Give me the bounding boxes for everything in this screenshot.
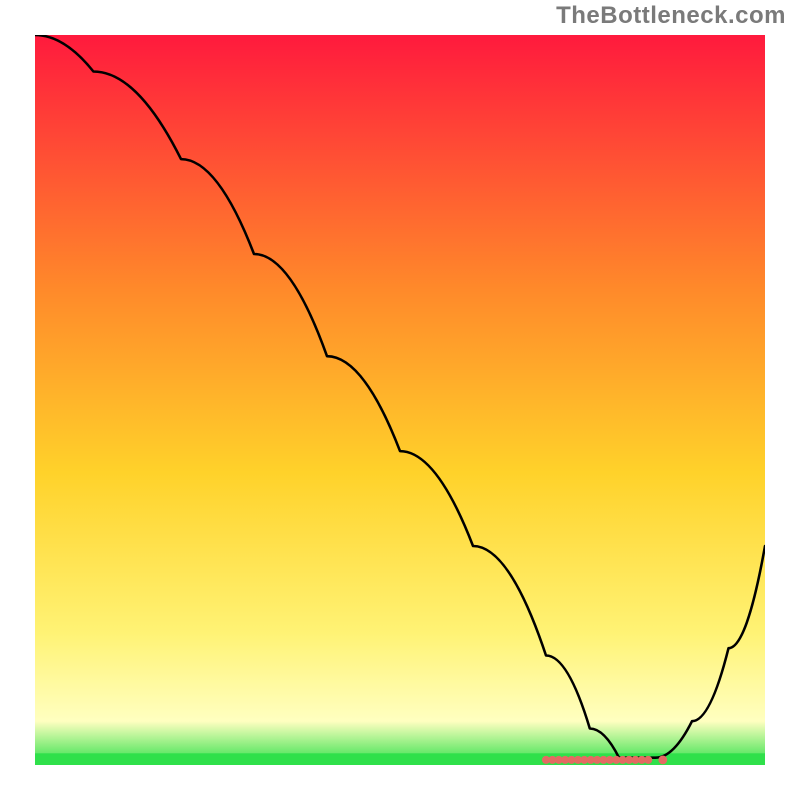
highlight-dot [644, 756, 652, 764]
chart-plot-area [35, 35, 765, 765]
green-zone-band [35, 753, 765, 765]
gradient-background [35, 35, 765, 765]
highlight-dot [658, 756, 667, 765]
watermark-text: TheBottleneck.com [556, 2, 786, 30]
chart-svg [35, 35, 765, 765]
highlight-range-markers [542, 756, 667, 765]
chart-frame: TheBottleneck.com [0, 0, 800, 800]
